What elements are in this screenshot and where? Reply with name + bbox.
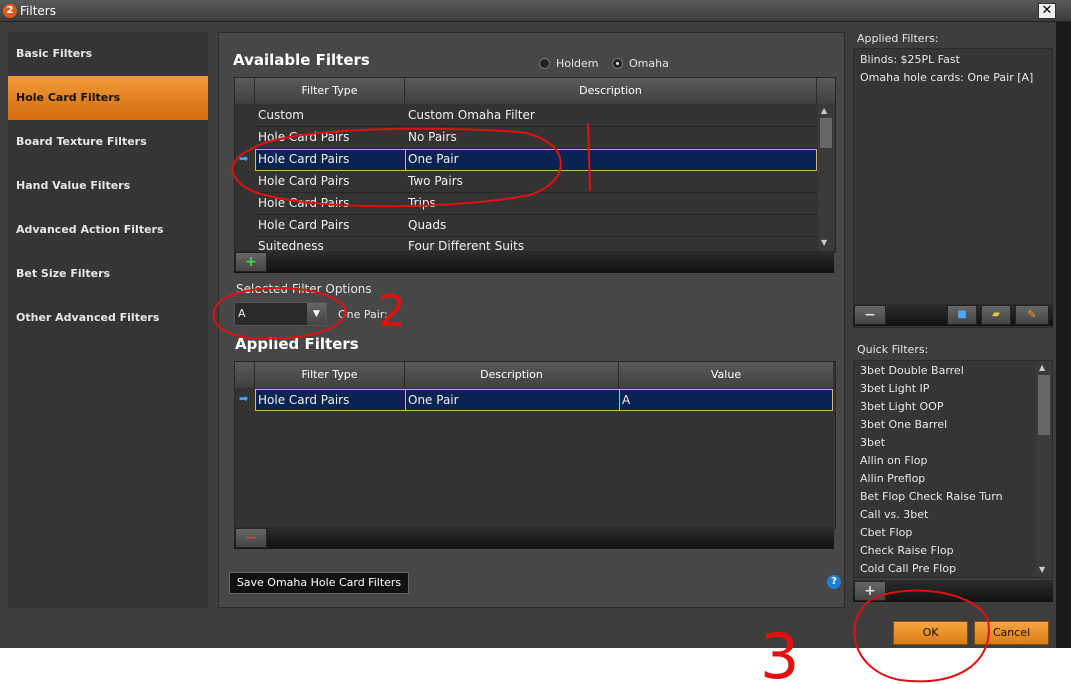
filter-editor-panel: Available Filters Holdem Omaha Filter Ty… [218, 32, 845, 608]
table-row[interactable]: Quads [405, 214, 815, 236]
list-item[interactable]: Blinds: $25PL Fast [860, 53, 960, 66]
dropdown-value: A [238, 307, 246, 320]
row-indicator-header [235, 78, 255, 104]
table-row[interactable]: Hole Card Pairs [255, 126, 405, 148]
filter-value-label: One Pair: [338, 308, 388, 321]
column-header-filter-type[interactable]: Filter Type [255, 362, 405, 388]
applied-filters-list: Blinds: $25PL Fast Omaha hole cards: One… [853, 48, 1053, 328]
sidebar-item-board-texture-filters[interactable]: Board Texture Filters [8, 120, 208, 164]
list-item[interactable]: Call vs. 3bet [860, 508, 928, 521]
window-title: Filters [20, 4, 56, 18]
table-row[interactable]: Four Different Suits [405, 236, 815, 251]
quick-filters-scrollbar[interactable]: ▲ ▼ [1036, 361, 1052, 577]
list-item[interactable]: Allin Preflop [860, 472, 925, 485]
table-row[interactable]: Hole Card Pairs [255, 192, 405, 214]
column-header-value[interactable]: Value [619, 362, 833, 388]
save-filters-button[interactable]: Save Omaha Hole Card Filters [229, 572, 409, 594]
applied-filters-toolbar: − [234, 527, 834, 549]
table-row[interactable]: Hole Card Pairs [255, 214, 405, 236]
sidebar-item-basic-filters[interactable]: Basic Filters [8, 32, 208, 76]
remove-applied-filter-button[interactable]: − [854, 305, 886, 325]
table-row[interactable]: One Pair [405, 148, 815, 170]
current-row-arrow-icon: ➡ [239, 152, 249, 165]
quick-filters-list: 3bet Double Barrel 3bet Light IP 3bet Li… [853, 360, 1053, 578]
sidebar-item-advanced-action-filters[interactable]: Advanced Action Filters [8, 208, 208, 252]
list-item[interactable]: Omaha hole cards: One Pair [A] [860, 71, 1033, 84]
scroll-down-icon[interactable]: ▼ [1039, 565, 1045, 574]
list-item[interactable]: 3bet Double Barrel [860, 364, 964, 377]
selected-filter-options-label: Selected Filter Options [236, 282, 372, 296]
sidebar-item-hand-value-filters[interactable]: Hand Value Filters [8, 164, 208, 208]
current-row-arrow-icon: ➡ [239, 392, 249, 405]
holdem-radio[interactable] [539, 58, 550, 69]
list-item[interactable]: 3bet [860, 436, 885, 449]
list-item[interactable]: Check Raise Flop [860, 544, 954, 557]
chevron-down-icon[interactable]: ▼ [307, 303, 326, 325]
applied-filters-title: Applied Filters [235, 335, 359, 353]
scrollbar-thumb[interactable] [1038, 375, 1050, 435]
right-panel: Applied Filters: Blinds: $25PL Fast Omah… [853, 30, 1056, 608]
scroll-down-icon[interactable]: ▼ [821, 238, 827, 247]
scroll-up-icon[interactable]: ▲ [821, 106, 827, 115]
column-header-description[interactable]: Description [405, 78, 817, 104]
save-icon[interactable]: ■ [947, 305, 977, 325]
close-button[interactable]: ✕ [1038, 3, 1056, 19]
add-filter-button[interactable]: + [235, 252, 267, 272]
column-header-filter-type[interactable]: Filter Type [255, 78, 405, 104]
table-row[interactable]: Two Pairs [405, 170, 815, 192]
scrollbar-thumb[interactable] [820, 118, 832, 148]
holdem-label: Holdem [556, 57, 599, 70]
sidebar-item-bet-size-filters[interactable]: Bet Size Filters [8, 252, 208, 296]
sidebar-item-other-advanced-filters[interactable]: Other Advanced Filters [8, 296, 208, 340]
table-row[interactable]: A [619, 389, 833, 411]
app-logo-icon: 2 [3, 4, 17, 18]
available-filters-table: Filter Type Description ➡ Custom Custom … [234, 77, 836, 253]
header-corner [817, 78, 835, 104]
table-row[interactable]: Hole Card Pairs [255, 148, 405, 170]
pencil-icon[interactable]: ✎ [1015, 305, 1049, 325]
filter-value-dropdown[interactable]: A ▼ [234, 302, 327, 326]
table-row[interactable]: Custom [255, 104, 405, 126]
omaha-radio[interactable] [612, 58, 623, 69]
table-row[interactable]: Suitedness [255, 236, 405, 251]
applied-filters-summary-label: Applied Filters: [857, 32, 939, 45]
ok-button[interactable]: OK [893, 621, 968, 645]
table-row[interactable]: One Pair [405, 389, 619, 411]
list-item[interactable]: 3bet Light IP [860, 382, 929, 395]
add-quick-filter-button[interactable]: + [854, 581, 886, 601]
list-item[interactable]: 3bet One Barrel [860, 418, 947, 431]
column-header-description[interactable]: Description [405, 362, 619, 388]
list-item[interactable]: 3bet Light OOP [860, 400, 943, 413]
table-row[interactable]: Hole Card Pairs [255, 389, 405, 411]
list-item[interactable]: Bet Flop Check Raise Turn [860, 490, 1003, 503]
folder-add-icon[interactable]: ▰ [981, 305, 1011, 325]
row-indicator-header [235, 362, 255, 388]
available-filters-toolbar: + [234, 251, 834, 273]
omaha-label: Omaha [629, 57, 669, 70]
table-row[interactable]: Trips [405, 192, 815, 214]
applied-filters-list-toolbar: − ■ ▰ ✎ [853, 304, 1053, 326]
applied-filters-table: Filter Type Description Value ➡ Hole Car… [234, 361, 836, 529]
available-filters-title: Available Filters [233, 51, 370, 69]
remove-filter-button[interactable]: − [235, 528, 267, 548]
table-row[interactable]: Custom Omaha Filter [405, 104, 815, 126]
list-item[interactable]: Cbet Flop [860, 526, 912, 539]
quick-filters-toolbar: + [853, 580, 1053, 602]
scroll-up-icon[interactable]: ▲ [1039, 363, 1045, 372]
sidebar-item-hole-card-filters[interactable]: Hole Card Filters [8, 76, 208, 120]
title-bar: 2 Filters ✕ [0, 0, 1071, 22]
table-row[interactable]: No Pairs [405, 126, 815, 148]
available-filters-scrollbar[interactable]: ▲ ▼ [818, 104, 834, 251]
list-item[interactable]: Cold Call Pre Flop [860, 562, 956, 575]
background-window-edge [1056, 22, 1071, 648]
cancel-button[interactable]: Cancel [974, 621, 1049, 645]
filter-category-sidebar: Basic Filters Hole Card Filters Board Te… [8, 32, 208, 608]
quick-filters-label: Quick Filters: [857, 343, 929, 356]
help-icon[interactable]: ? [827, 575, 841, 589]
list-item[interactable]: Allin on Flop [860, 454, 927, 467]
table-row[interactable]: Hole Card Pairs [255, 170, 405, 192]
